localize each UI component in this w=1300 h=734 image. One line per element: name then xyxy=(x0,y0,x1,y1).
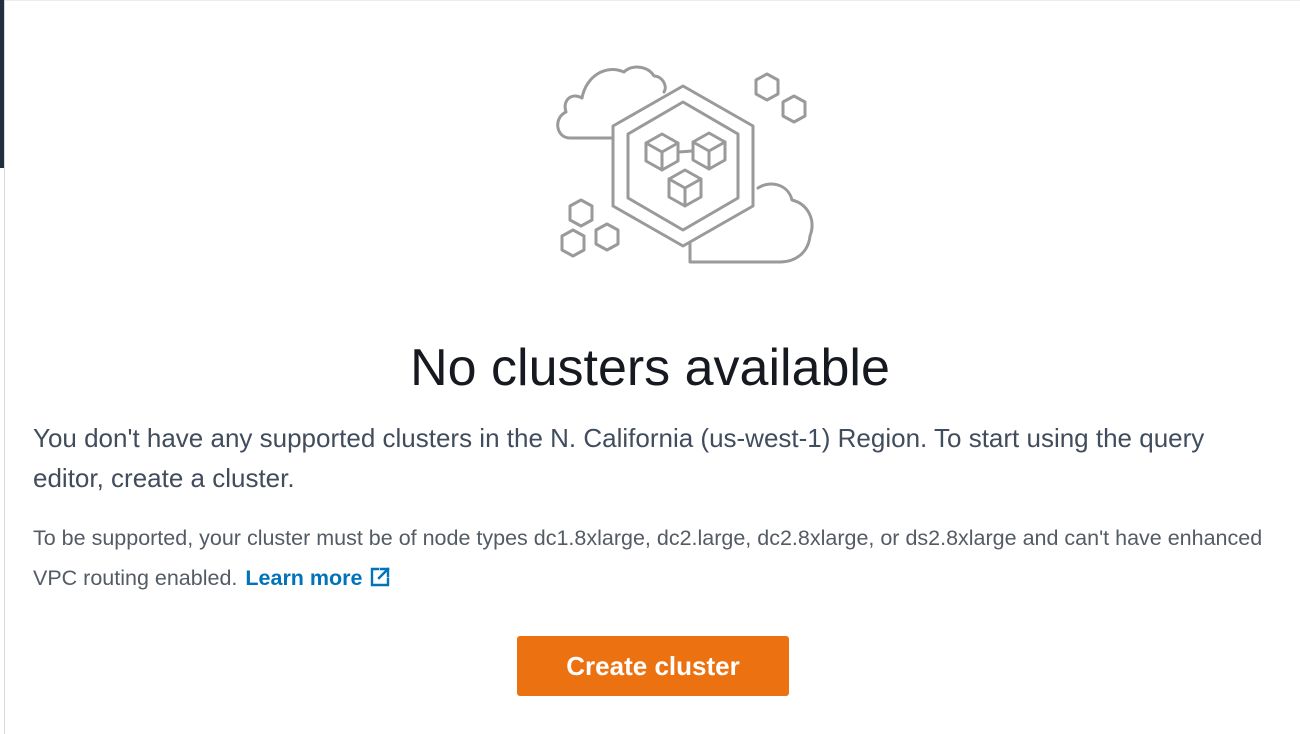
query-editor-empty-state: No clusters available You don't have any… xyxy=(0,0,1300,734)
cloud-right-icon xyxy=(688,182,814,264)
learn-more-label: Learn more xyxy=(245,566,363,590)
supported-node-types-note: To be supported, your cluster must be of… xyxy=(33,518,1273,598)
cube-icon xyxy=(667,168,703,208)
connector-icon xyxy=(677,149,694,154)
small-hexagon-icon xyxy=(568,198,594,228)
empty-state-message: You don't have any supported clusters in… xyxy=(33,423,1205,493)
small-hexagon-icon xyxy=(594,222,620,252)
learn-more-link[interactable]: Learn more xyxy=(245,566,390,590)
cloud-left-icon xyxy=(556,65,667,140)
top-border xyxy=(0,0,1300,1)
small-hexagon-icon xyxy=(560,228,586,258)
cube-icon xyxy=(644,132,680,172)
create-cluster-button[interactable]: Create cluster xyxy=(517,636,789,696)
hexagon-outer-icon xyxy=(611,84,755,248)
empty-state-title: No clusters available xyxy=(410,339,890,397)
external-link-icon xyxy=(370,567,390,587)
cube-icon xyxy=(691,131,727,171)
small-hexagon-icon xyxy=(754,72,780,102)
small-hexagon-icon xyxy=(781,94,807,124)
cloud-cluster-illustration xyxy=(556,65,814,264)
note-text: To be supported, your cluster must be of… xyxy=(33,526,1263,590)
hexagon-inner-icon xyxy=(626,100,740,232)
